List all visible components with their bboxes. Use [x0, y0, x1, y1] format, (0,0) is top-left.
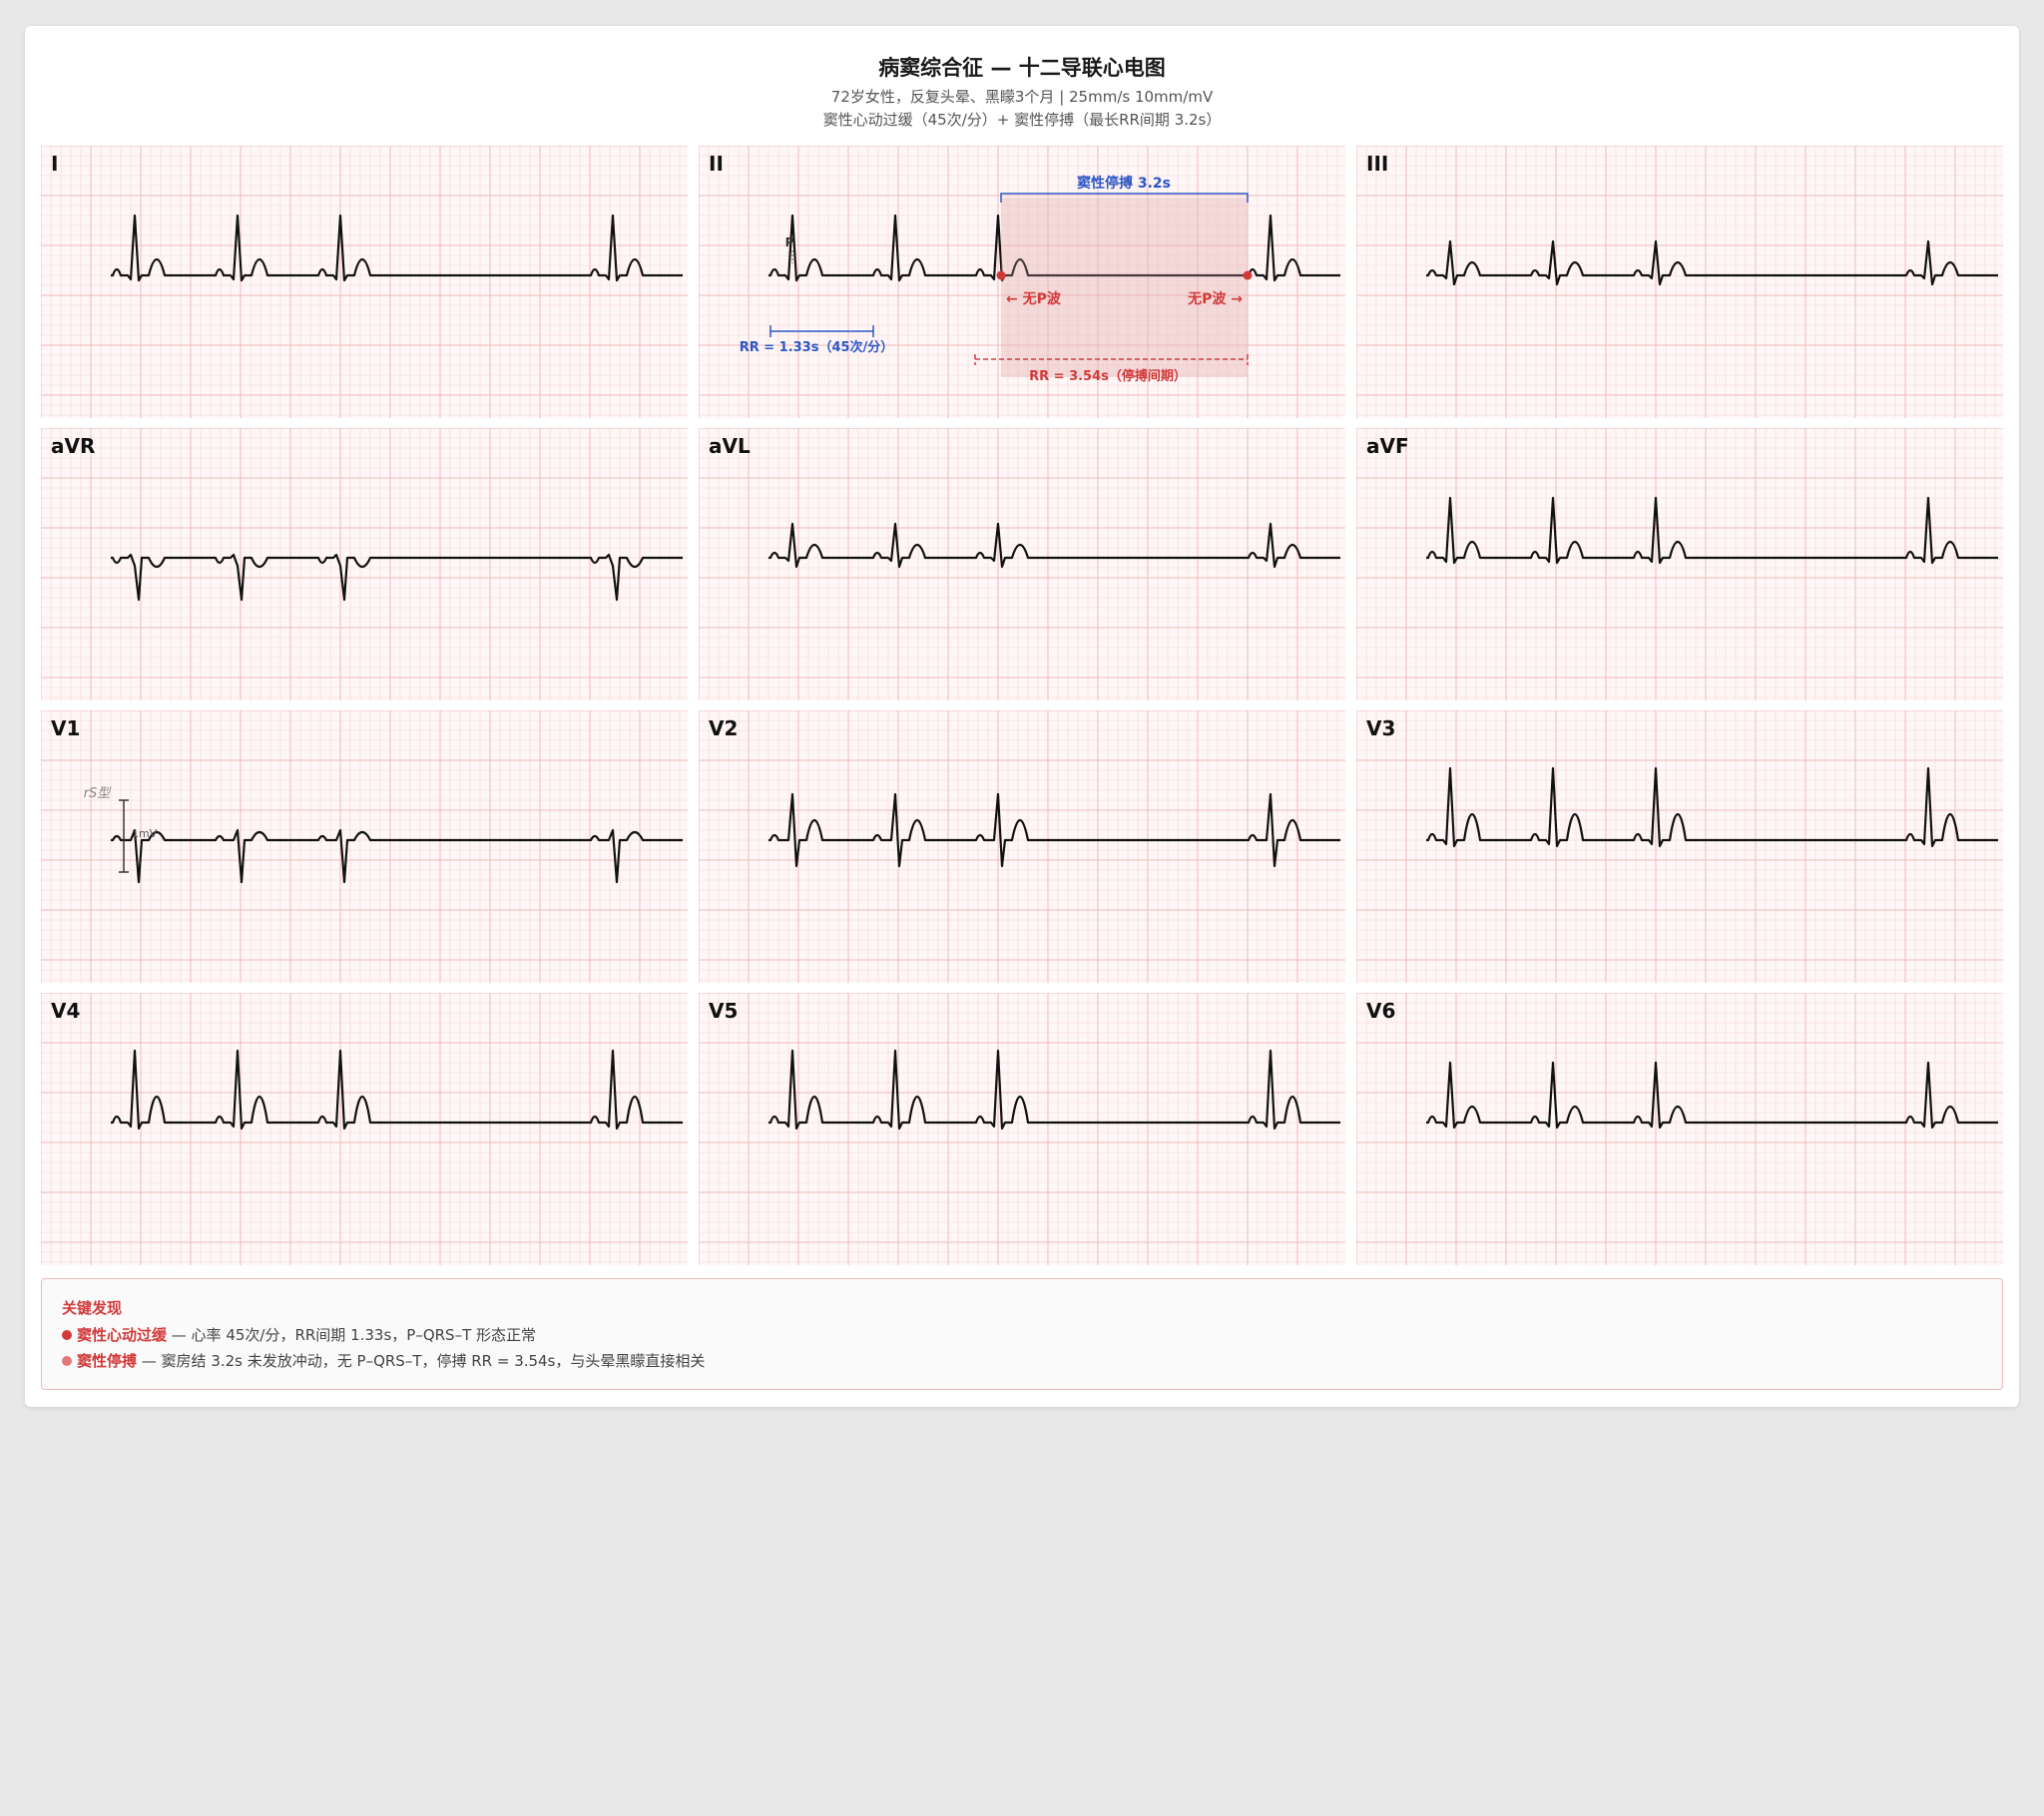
lead-trace-aVR — [41, 428, 688, 700]
lead-trace-V5 — [699, 993, 1345, 1265]
rr-pause-label: RR = 3.54s（停搏间期） — [1029, 368, 1187, 384]
finding-item-sinus-arrest: 窦性停搏 — 窦房结 3.2s 未发放冲动，无 P–QRS–T，停搏 RR = … — [62, 1350, 705, 1371]
lead-trace-I — [41, 146, 688, 418]
lead-trace-aVF — [1356, 428, 2003, 700]
lead-trace-V2 — [699, 710, 1345, 983]
finding-name: 窦性心动过缓 — [77, 1326, 168, 1344]
lead-label-II: II — [709, 152, 724, 176]
ecg-grid — [41, 146, 688, 418]
finding-text: — 窦房结 3.2s 未发放冲动，无 P–QRS–T，停搏 RR = 3.54s… — [137, 1352, 706, 1370]
findings-title: 关键发现 — [62, 1299, 123, 1317]
lead-trace-aVL — [699, 428, 1345, 700]
lead-panel-V1: rS型 1mV V1 — [41, 710, 688, 983]
lead-label-V4: V4 — [51, 999, 81, 1023]
lead-panel-I: I — [41, 146, 688, 418]
lead-trace-II: 窦性停搏 3.2s ← 无P波 无P波 → P RR = 1.33s（45次/分） RR … — [699, 146, 1345, 418]
bullet-dot-icon — [62, 1330, 72, 1340]
pause-label: 窦性停搏 3.2s — [1077, 175, 1171, 192]
lead-trace-III — [1356, 146, 2003, 418]
lead-label-aVF: aVF — [1366, 434, 1409, 458]
lead-trace-V1: rS型 1mV — [41, 710, 688, 983]
calibration-label: 1mV — [132, 827, 158, 840]
lead-panel-V5: V5 — [699, 993, 1345, 1265]
lead-label-aVR: aVR — [51, 434, 96, 458]
finding-item-bradycardia: 窦性心动过缓 — 心率 45次/分，RR间期 1.33s，P–QRS–T 形态正… — [62, 1324, 536, 1345]
lead-panel-V4: V4 — [41, 993, 688, 1265]
v1-pattern-label: rS型 — [84, 786, 113, 801]
lead-panel-V3: V3 — [1356, 710, 2003, 983]
patient-info: 72岁女性，反复头晕、黑矇3个月 | 25mm/s 10mm/mV — [830, 88, 1214, 106]
lead-label-V3: V3 — [1366, 716, 1396, 740]
lead-label-V5: V5 — [709, 999, 739, 1023]
lead-label-V1: V1 — [51, 716, 81, 740]
ecg-grid — [41, 428, 688, 700]
lead-trace-V6 — [1356, 993, 2003, 1265]
pause-start-dot — [996, 270, 1006, 280]
lead-panel-aVL: aVL — [699, 428, 1345, 700]
key-findings-box: 关键发现 窦性心动过缓 — 心率 45次/分，RR间期 1.33s，P–QRS–… — [41, 1278, 2003, 1390]
lead-label-aVL: aVL — [709, 434, 751, 458]
ecg-grid — [1356, 993, 2003, 1265]
lead-panel-aVF: aVF — [1356, 428, 2003, 700]
lead-trace-V3 — [1356, 710, 2003, 983]
ecg-card: 病窦综合征 — 十二导联心电图 72岁女性，反复头晕、黑矇3个月 | 25mm/… — [25, 26, 2019, 1407]
lead-panel-V2: V2 — [699, 710, 1345, 983]
lead-label-V2: V2 — [709, 716, 739, 740]
rr-normal-label: RR = 1.33s（45次/分） — [740, 339, 894, 355]
no-p-wave-right-label: 无P波 → — [1187, 290, 1243, 307]
pause-highlight — [1001, 198, 1248, 377]
finding-name: 窦性停搏 — [77, 1352, 138, 1370]
lead-panel-V6: V6 — [1356, 993, 2003, 1265]
lead-panel-aVR: aVR — [41, 428, 688, 700]
lead-trace-V4 — [41, 993, 688, 1265]
bullet-dot-icon — [62, 1356, 72, 1366]
ecg-grid — [1356, 428, 2003, 700]
lead-label-V6: V6 — [1366, 999, 1396, 1023]
lead-label-I: I — [51, 152, 59, 176]
lead-label-III: III — [1366, 152, 1389, 176]
no-p-wave-left-label: ← 无P波 — [1006, 290, 1062, 307]
pause-end-dot — [1243, 270, 1253, 280]
ecg-grid — [41, 710, 688, 983]
diagnosis-summary: 窦性心动过缓（45次/分）+ 窦性停搏（最长RR间期 3.2s） — [822, 111, 1222, 129]
ecg-lead-grid: I 窦性停搏 3.2s ← 无P波 无P波 → P RR = 1.33s（45次/分） R… — [41, 146, 2003, 1269]
p-wave-label: P — [785, 235, 794, 249]
page-title: 病窦综合征 — 十二导联心电图 — [878, 56, 1166, 80]
lead-panel-III: III — [1356, 146, 2003, 418]
lead-panel-II: 窦性停搏 3.2s ← 无P波 无P波 → P RR = 1.33s（45次/分） RR … — [699, 146, 1345, 418]
finding-text: — 心率 45次/分，RR间期 1.33s，P–QRS–T 形态正常 — [167, 1326, 537, 1344]
